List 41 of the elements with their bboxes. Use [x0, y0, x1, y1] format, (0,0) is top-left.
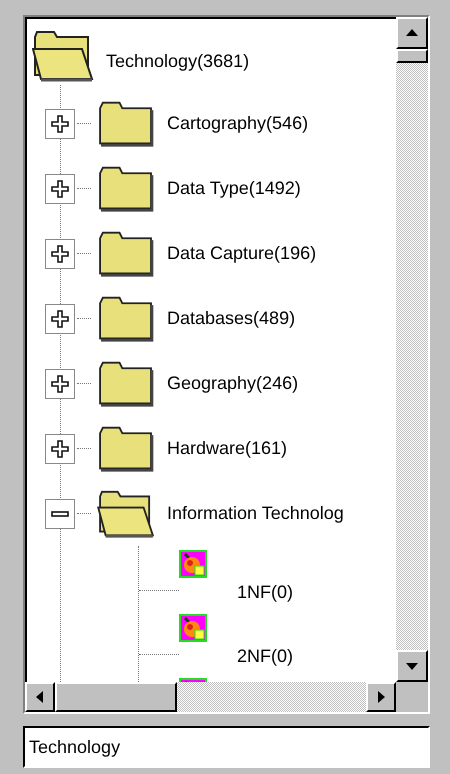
expander-button[interactable] — [45, 174, 75, 204]
tree-item-label[interactable]: Data Type(1492) — [167, 178, 301, 199]
expander-button[interactable] — [45, 368, 75, 398]
fruit-icon — [179, 614, 207, 642]
tree-item-label[interactable]: Cartography(546) — [167, 113, 308, 134]
tree-item-label[interactable]: 2NF(0) — [237, 646, 294, 667]
plus-icon — [50, 178, 70, 198]
tree-item-label[interactable]: Technology(3681) — [106, 50, 250, 72]
plus-icon — [50, 244, 70, 264]
tree-item-label[interactable]: Data Capture(196) — [167, 243, 316, 264]
plus-icon — [50, 374, 70, 394]
down-arrow-icon — [406, 662, 418, 670]
plus-icon — [50, 438, 70, 458]
horizontal-scrollbar[interactable] — [25, 682, 396, 712]
plus-icon — [50, 114, 70, 134]
path-field[interactable]: Technology — [23, 726, 430, 768]
scrollbar-corner — [396, 682, 428, 712]
scroll-down-button[interactable] — [396, 650, 428, 682]
tree-item-label[interactable]: 1NF(0) — [237, 582, 294, 603]
up-arrow-icon — [406, 29, 418, 37]
tree-item-label[interactable]: Databases(489) — [167, 308, 296, 329]
right-arrow-icon — [377, 691, 385, 703]
scroll-left-button[interactable] — [25, 682, 55, 712]
scroll-thumb[interactable] — [55, 682, 177, 712]
tree-item-label[interactable]: Information Technolog — [167, 503, 344, 524]
expander-button[interactable] — [45, 108, 75, 138]
open-folder-icon — [95, 488, 157, 538]
left-arrow-icon — [36, 691, 44, 703]
fruit-icon — [179, 550, 207, 578]
expander-button[interactable] — [45, 434, 75, 464]
expander-button[interactable] — [45, 238, 75, 268]
vertical-scrollbar[interactable] — [396, 17, 428, 682]
plus-icon — [50, 308, 70, 328]
expander-button[interactable] — [45, 498, 75, 528]
tree-item-label[interactable]: Geography(246) — [167, 373, 298, 394]
scroll-thumb[interactable] — [396, 49, 428, 63]
expander-button[interactable] — [45, 304, 75, 334]
minus-icon — [51, 510, 69, 516]
scroll-right-button[interactable] — [366, 682, 396, 712]
scroll-up-button[interactable] — [396, 17, 428, 49]
tree-item-label[interactable]: Hardware(161) — [167, 438, 288, 459]
